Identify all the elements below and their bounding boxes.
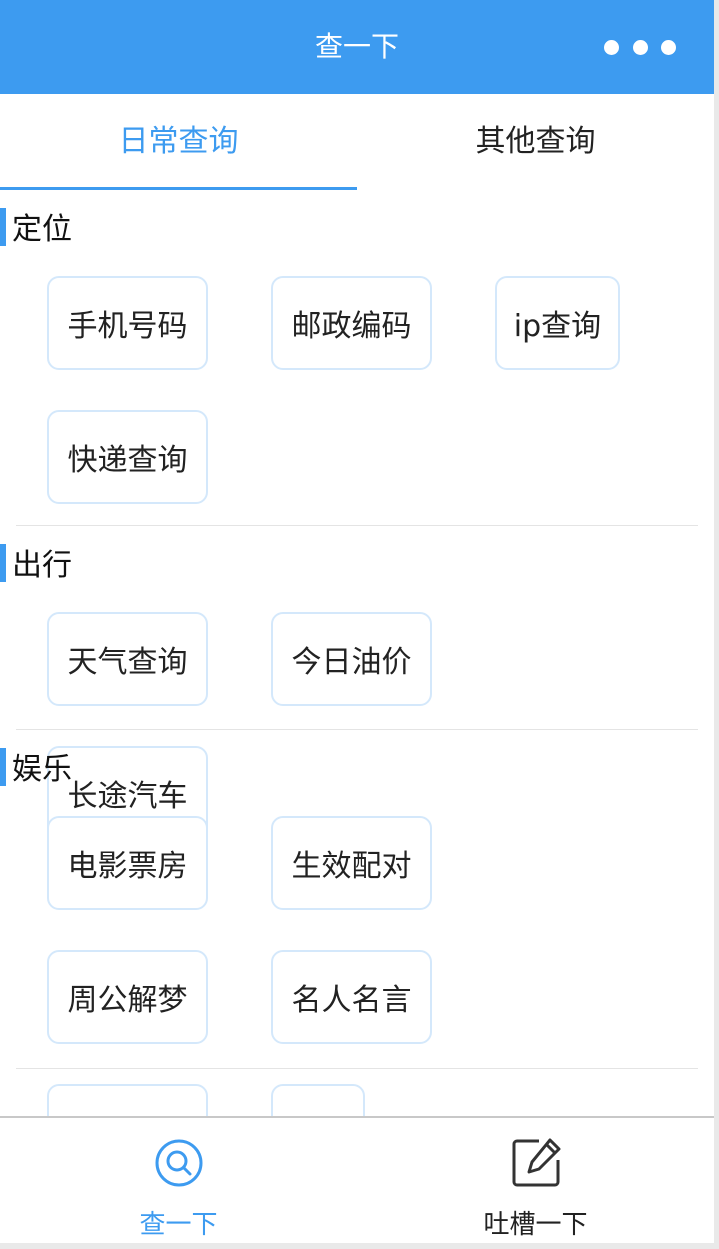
section-marker: [0, 544, 6, 582]
more-dots-icon[interactable]: [604, 36, 676, 58]
section-header: 出行: [0, 526, 698, 616]
page-edge: [714, 0, 719, 1249]
item-weather[interactable]: 天气查询: [47, 612, 208, 706]
item-famous-quotes[interactable]: 名人名言: [271, 950, 432, 1044]
item-zodiac-match[interactable]: 生效配对: [271, 816, 432, 910]
section-title: 定位: [12, 212, 72, 247]
top-tabs: 日常查询 其他查询: [0, 94, 714, 190]
section-title: 出行: [12, 548, 72, 583]
section-marker: [0, 208, 6, 246]
search-icon: [155, 1139, 202, 1187]
edit-icon: [512, 1138, 560, 1187]
tabbar-item-search[interactable]: 查一下: [0, 1118, 357, 1249]
section-location: 定位 手机号码 邮政编码 ip查询 快递查询: [0, 190, 698, 526]
section-title: 娱乐: [12, 752, 72, 787]
item-phone-number[interactable]: 手机号码: [47, 276, 208, 370]
main-content: 定位 手机号码 邮政编码 ip查询 快递查询 出行 天气查询 今日油价 长途汽车…: [0, 190, 714, 1178]
item-ip-query[interactable]: ip查询: [495, 276, 620, 370]
dot: [604, 39, 619, 55]
item-dream-interpretation[interactable]: 周公解梦: [47, 950, 208, 1044]
section-travel: 出行 天气查询 今日油价 长途汽车: [0, 526, 698, 840]
tab-other-query[interactable]: 其他查询: [357, 94, 714, 190]
bottom-tab-bar: 查一下 吐槽一下: [0, 1116, 714, 1249]
dot: [632, 39, 648, 55]
item-express-query[interactable]: 快递查询: [47, 410, 208, 504]
section-header: 定位: [0, 190, 698, 280]
section-entertainment: 娱乐 电影票房 生效配对 周公解梦 名人名言 笑话大全 辞海: [0, 730, 698, 1178]
tabbar-label: 查一下: [139, 1210, 218, 1240]
section-marker: [0, 748, 6, 786]
item-box-office[interactable]: 电影票房: [47, 816, 208, 910]
dot: [661, 39, 676, 55]
tabbar-label: 吐槽一下: [483, 1210, 588, 1240]
item-grid: 手机号码 邮政编码 ip查询 快递查询: [16, 276, 698, 550]
item-oil-price[interactable]: 今日油价: [271, 612, 432, 706]
tab-daily-query[interactable]: 日常查询: [0, 94, 357, 190]
item-postal-code[interactable]: 邮政编码: [271, 276, 432, 370]
section-header: 娱乐: [0, 730, 698, 820]
navigation-bar: 查一下: [0, 0, 714, 94]
tabbar-item-feedback[interactable]: 吐槽一下: [357, 1118, 714, 1249]
page-edge: [0, 1243, 719, 1249]
